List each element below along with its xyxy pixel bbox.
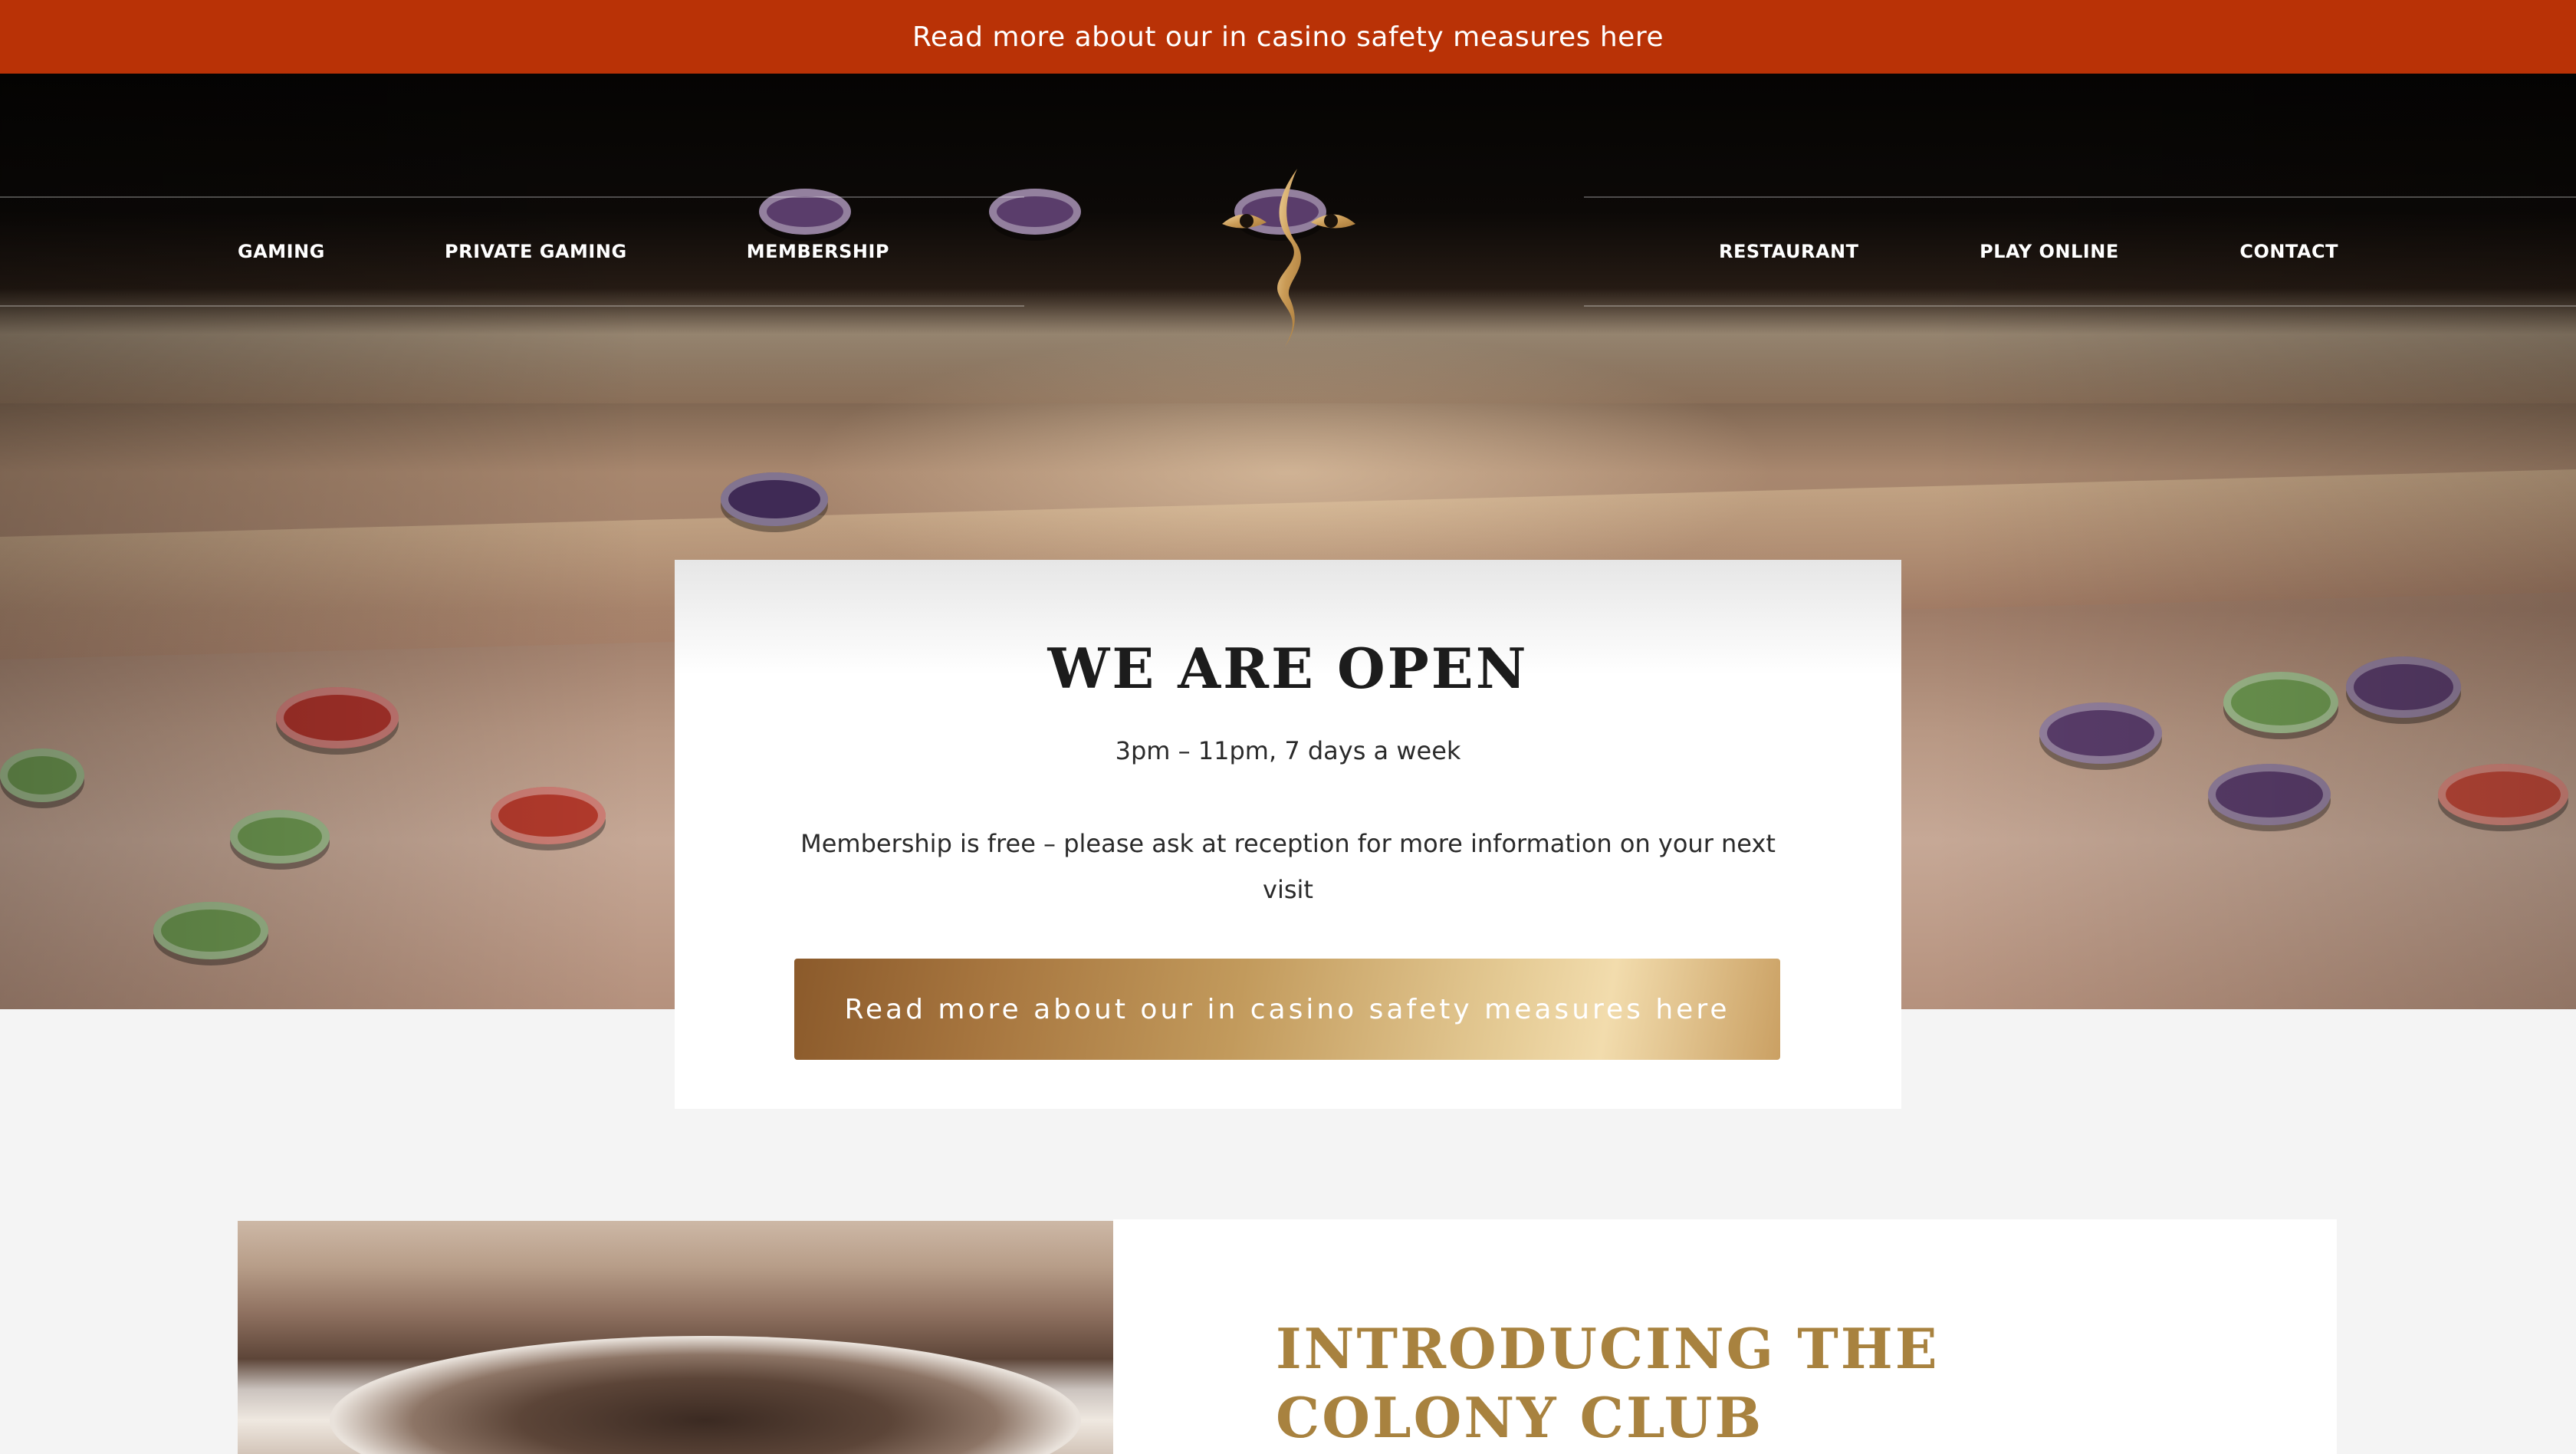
casino-interior-photo (238, 1221, 1113, 1454)
intro-card: INTRODUCING THE COLONY CLUB (1113, 1219, 2337, 1454)
open-title: WE ARE OPEN (1047, 636, 1529, 701)
announcement-bar-link[interactable]: Read more about our in casino safety mea… (0, 0, 2576, 74)
safety-measures-button[interactable]: Read more about our in casino safety mea… (794, 959, 1780, 1060)
nav-item-contact[interactable]: CONTACT (2239, 241, 2338, 262)
colony-club-logo-icon[interactable] (1216, 166, 1362, 350)
nav-left: GAMING PRIVATE GAMING MEMBERSHIP (238, 196, 889, 307)
ceiling-dome (330, 1336, 1081, 1454)
nav-item-play-online[interactable]: PLAY ONLINE (1980, 241, 2119, 262)
opening-hours-card: WE ARE OPEN 3pm – 11pm, 7 days a week Me… (675, 560, 1901, 1109)
nav-right: RESTAURANT PLAY ONLINE CONTACT (1719, 196, 2338, 307)
membership-text: Membership is free – please ask at recep… (800, 829, 1776, 904)
nav-item-membership[interactable]: MEMBERSHIP (747, 241, 889, 262)
opening-hours-text: 3pm – 11pm, 7 days a week (1115, 736, 1461, 765)
nav-item-restaurant[interactable]: RESTAURANT (1719, 241, 1859, 262)
nav-item-private-gaming[interactable]: PRIVATE GAMING (445, 241, 627, 262)
intro-title: INTRODUCING THE COLONY CLUB (1276, 1316, 1940, 1450)
nav-item-gaming[interactable]: GAMING (238, 241, 325, 262)
